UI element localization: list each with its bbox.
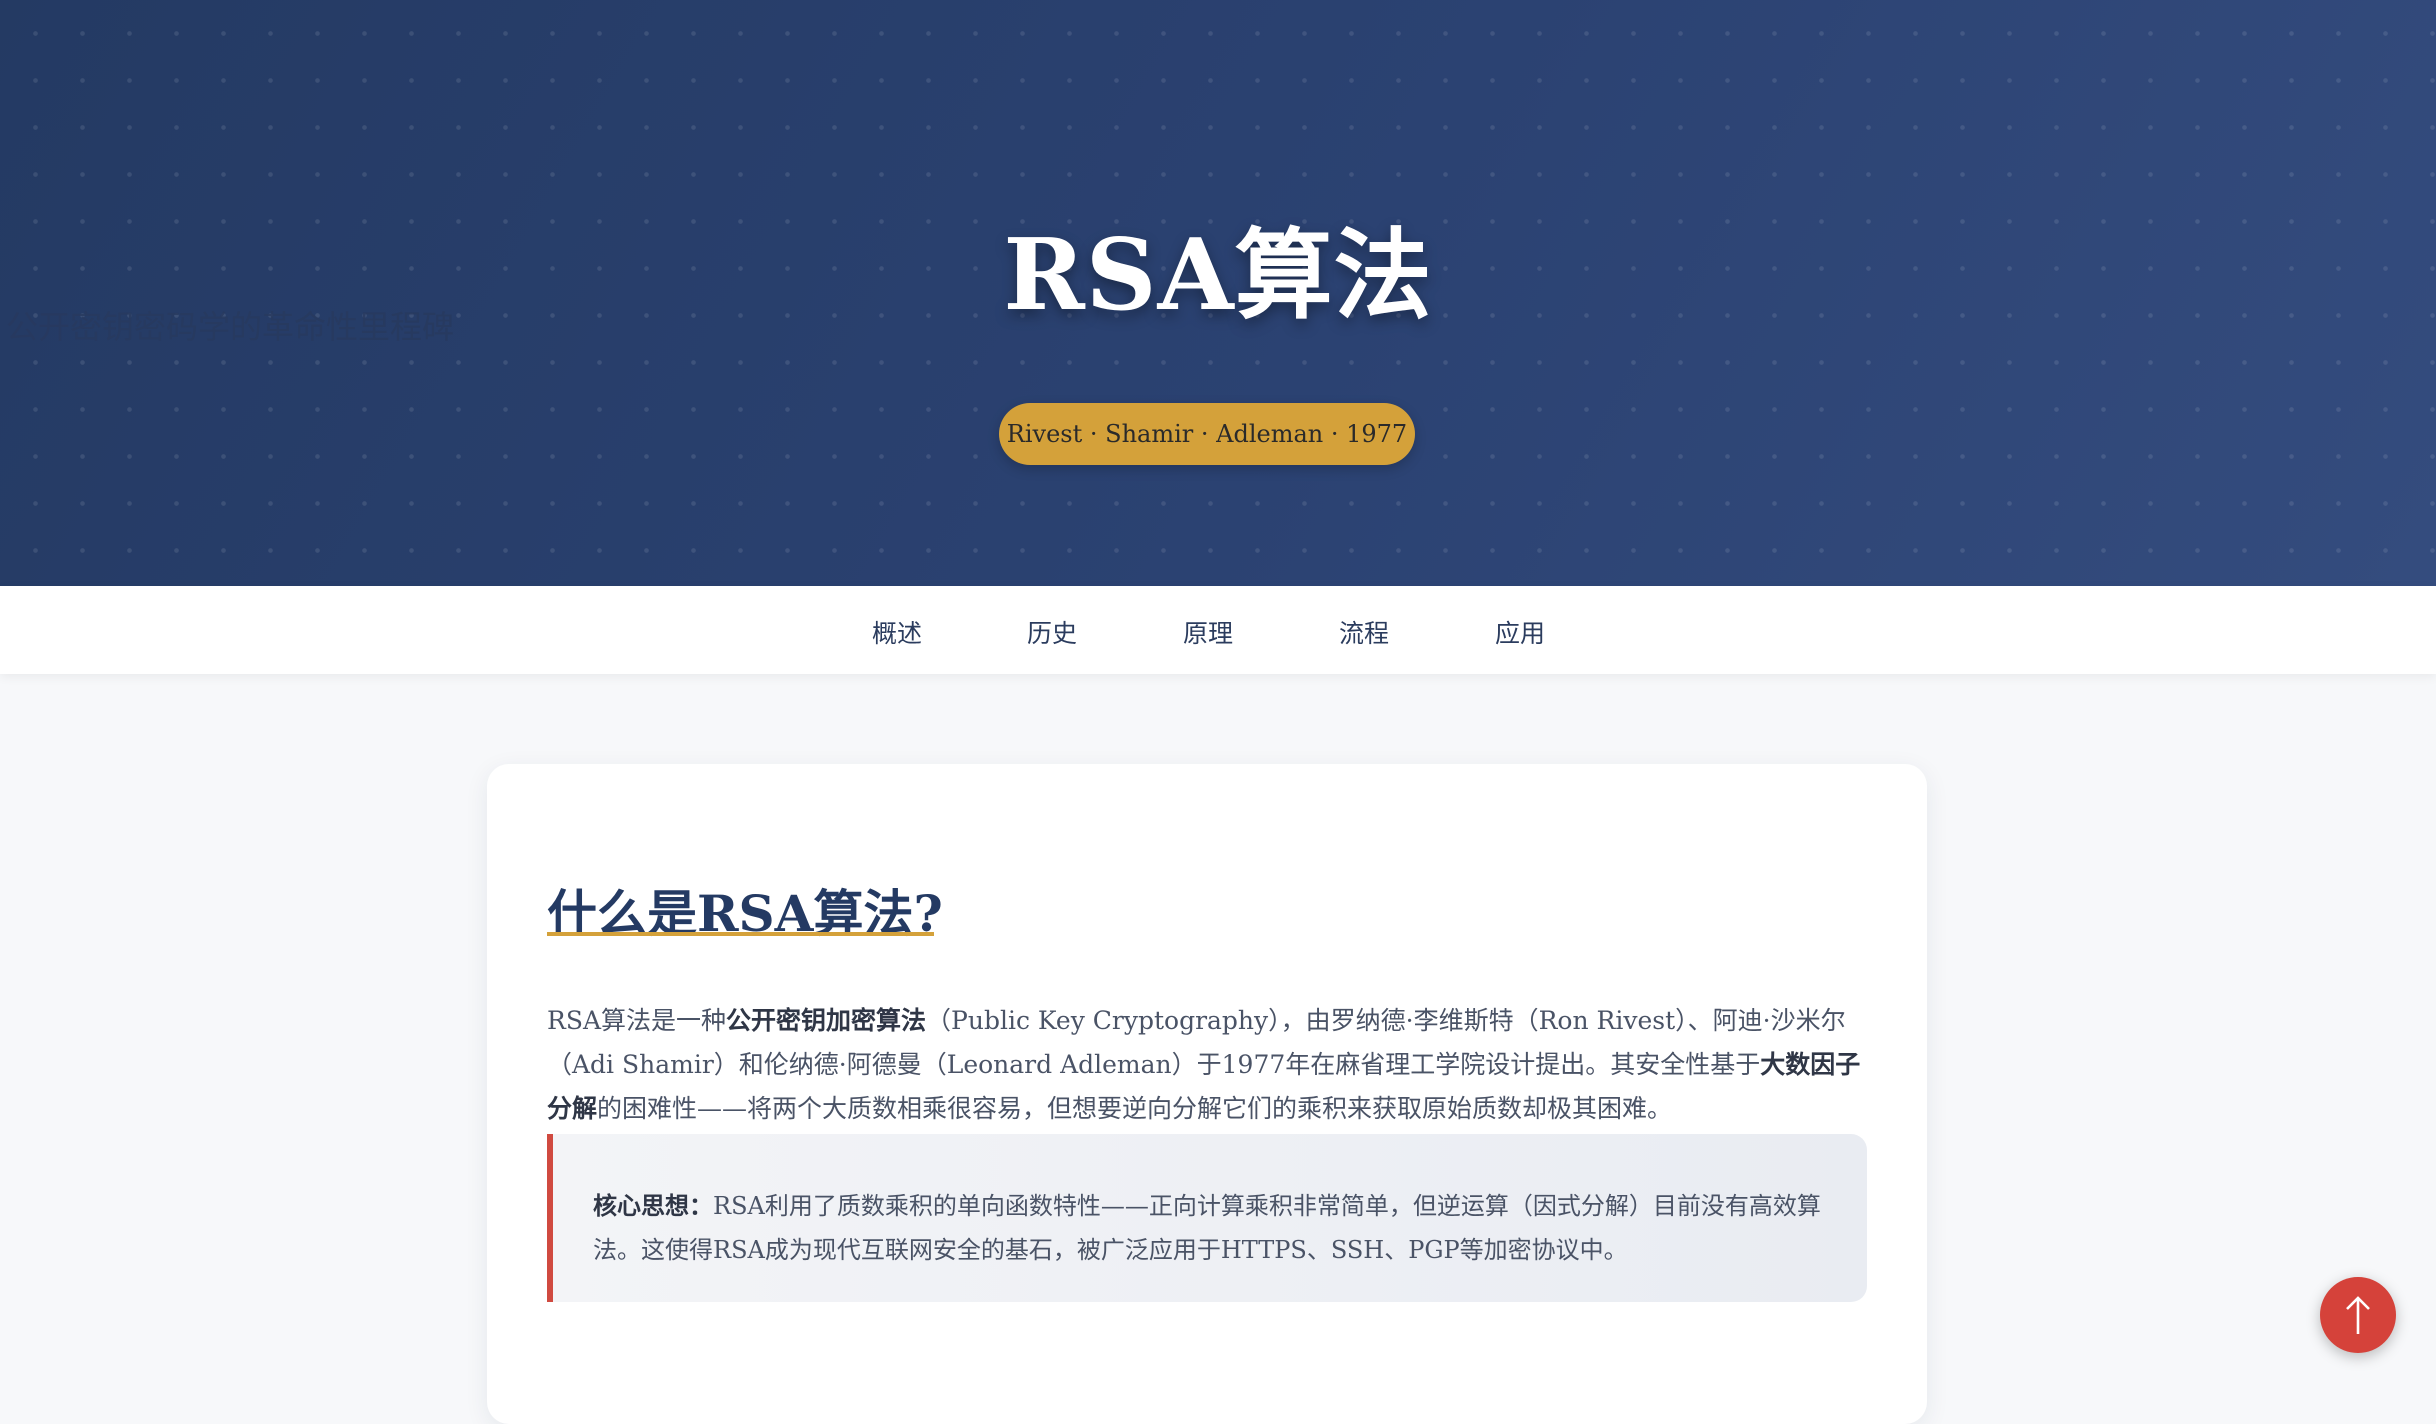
authors-badge: Rivest · Shamir · Adleman · 1977 xyxy=(999,403,1415,465)
nav-item-overview[interactable]: 概述 xyxy=(872,614,922,650)
hero-banner: RSA算法 公开密钥密码学的革命性里程碑 Rivest · Shamir · A… xyxy=(0,0,2436,586)
nav-item-history[interactable]: 历史 xyxy=(1027,614,1077,650)
back-to-top-button[interactable] xyxy=(2320,1277,2396,1353)
nav-item-process[interactable]: 流程 xyxy=(1339,614,1389,650)
callout-body: RSA利用了质数乘积的单向函数特性——正向计算乘积非常简单，但逆运算（因式分解）… xyxy=(593,1192,1821,1264)
nav-item-principle[interactable]: 原理 xyxy=(1183,614,1233,650)
para-emphasis: 公开密钥加密算法 xyxy=(726,1006,927,1035)
hero-subtitle: 公开密钥密码学的革命性里程碑 xyxy=(6,308,455,346)
section-nav: 概述 历史 原理 流程 应用 xyxy=(0,586,2436,674)
callout-label: 核心思想： xyxy=(593,1191,713,1220)
overview-paragraph: RSA算法是一种公开密钥加密算法（Public Key Cryptography… xyxy=(547,999,1867,1131)
callout-text: 核心思想：RSA利用了质数乘积的单向函数特性——正向计算乘积非常简单，但逆运算（… xyxy=(593,1184,1843,1272)
para-text: RSA算法是一种 xyxy=(547,1006,727,1035)
arrow-up-icon xyxy=(2346,1296,2370,1334)
nav-item-applications[interactable]: 应用 xyxy=(1495,614,1545,650)
para-text: 的困难性——将两个大质数相乘很容易，但想要逆向分解它们的乘积来获取原始质数却极其… xyxy=(597,1094,1673,1123)
overview-card: 什么是RSA算法? RSA算法是一种公开密钥加密算法（Public Key Cr… xyxy=(487,764,1927,1424)
title-underline xyxy=(547,932,934,936)
core-idea-callout: 核心思想：RSA利用了质数乘积的单向函数特性——正向计算乘积非常简单，但逆运算（… xyxy=(547,1134,1867,1302)
